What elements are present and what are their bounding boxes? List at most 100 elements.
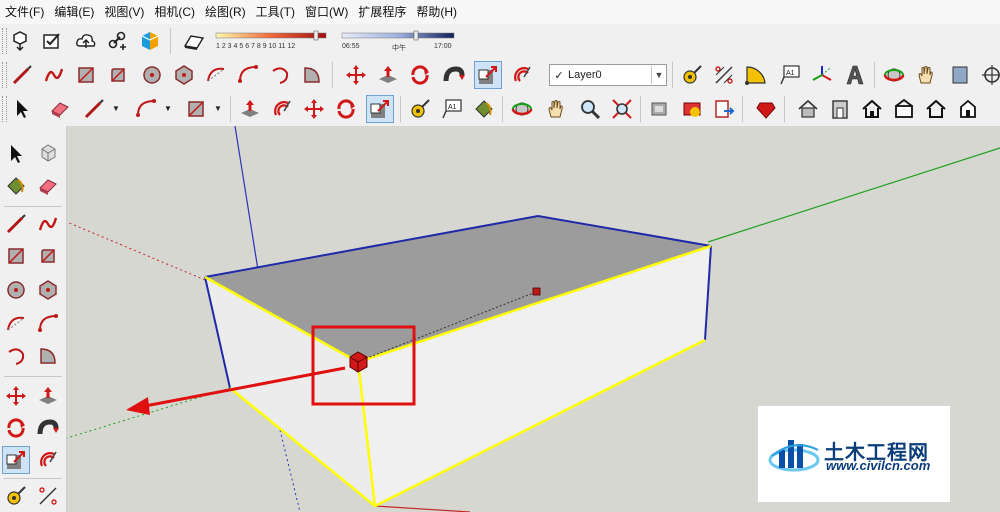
menu-file[interactable]: 文件(F) — [0, 0, 49, 24]
polygon-icon[interactable] — [34, 276, 62, 304]
chevron-down-icon[interactable]: ▼ — [164, 104, 172, 113]
three-point-arc-icon[interactable] — [266, 61, 294, 89]
rectangle-icon[interactable] — [182, 95, 210, 123]
push-pull-icon[interactable] — [374, 61, 402, 89]
menu-window[interactable]: 窗口(W) — [300, 0, 353, 24]
two-point-arc-icon[interactable] — [234, 61, 262, 89]
rotate-icon[interactable] — [2, 414, 30, 442]
toolbar-grip[interactable] — [2, 96, 7, 122]
protractor-icon[interactable] — [742, 61, 770, 89]
menu-help[interactable]: 帮助(H) — [411, 0, 462, 24]
chevron-down-icon[interactable]: ▼ — [112, 104, 120, 113]
pie-icon[interactable] — [34, 342, 62, 370]
offset-icon[interactable] — [268, 95, 296, 123]
shadow-date-slider[interactable]: 1 2 3 4 5 6 7 8 9 10 11 12 — [214, 28, 332, 56]
offset-icon[interactable] — [508, 61, 536, 89]
paint-bucket-icon[interactable] — [470, 95, 498, 123]
move-icon[interactable] — [342, 61, 370, 89]
front-view-icon[interactable] — [826, 95, 854, 123]
3d-text-icon[interactable] — [840, 61, 868, 89]
scale-grip-handle[interactable] — [532, 287, 541, 296]
rotate-icon[interactable] — [332, 95, 360, 123]
zoom-icon[interactable] — [576, 95, 604, 123]
rotated-rectangle-icon[interactable] — [34, 242, 62, 270]
menu-camera[interactable]: 相机(C) — [149, 0, 200, 24]
menu-view[interactable]: 视图(V) — [99, 0, 149, 24]
orbit-icon[interactable] — [508, 95, 536, 123]
axes-icon[interactable] — [808, 61, 836, 89]
menu-edit[interactable]: 编辑(E) — [49, 0, 99, 24]
chevron-down-icon[interactable]: ▼ — [651, 66, 666, 84]
right-view-icon[interactable] — [922, 95, 950, 123]
rotated-rectangle-icon[interactable] — [104, 61, 132, 89]
ruby-console-icon[interactable] — [752, 95, 780, 123]
menu-draw[interactable]: 绘图(R) — [200, 0, 251, 24]
move-icon[interactable] — [2, 382, 30, 410]
menu-extensions[interactable]: 扩展程序 — [353, 0, 411, 24]
component-icon[interactable] — [6, 27, 34, 55]
polygon-icon[interactable] — [170, 61, 198, 89]
scale-icon[interactable] — [2, 446, 30, 474]
select-arrow-icon[interactable] — [2, 140, 30, 168]
line-pencil-icon[interactable] — [2, 210, 30, 238]
check-box-icon[interactable] — [38, 27, 66, 55]
zoom-extents-icon[interactable] — [978, 61, 1000, 89]
home-view-icon[interactable] — [858, 95, 886, 123]
dimension-icon[interactable] — [34, 482, 62, 510]
eraser-icon[interactable] — [34, 172, 62, 200]
orbit-icon[interactable] — [880, 61, 908, 89]
pan-hand-icon[interactable] — [912, 61, 940, 89]
tape-measure-icon[interactable] — [2, 482, 30, 510]
warehouse-cube-icon[interactable] — [136, 27, 164, 55]
arc-icon[interactable] — [132, 95, 160, 123]
rectangle-icon[interactable] — [72, 61, 100, 89]
extension-warehouse-icon[interactable] — [678, 95, 706, 123]
offset-icon[interactable] — [34, 446, 62, 474]
layer-dropdown[interactable]: ✓ Layer0 ▼ — [549, 64, 667, 86]
left-view-icon[interactable] — [954, 95, 982, 123]
iso-view-icon[interactable] — [794, 95, 822, 123]
zoom-extents-icon[interactable] — [608, 95, 636, 123]
push-pull-icon[interactable] — [34, 382, 62, 410]
pie-icon[interactable] — [298, 61, 326, 89]
move-icon[interactable] — [300, 95, 328, 123]
back-view-icon[interactable] — [890, 95, 918, 123]
chevron-down-icon[interactable]: ▼ — [214, 104, 222, 113]
three-point-arc-icon[interactable] — [2, 342, 30, 370]
rectangle-icon[interactable] — [2, 242, 30, 270]
toolbar-grip[interactable] — [2, 62, 7, 88]
shadows-toggle-icon[interactable] — [180, 27, 208, 55]
scale-icon[interactable] — [366, 95, 394, 123]
follow-me-icon[interactable] — [34, 414, 62, 442]
make-component-icon[interactable] — [34, 140, 62, 168]
select-arrow-icon[interactable] — [8, 95, 36, 123]
circle-icon[interactable] — [138, 61, 166, 89]
rotate-icon[interactable] — [406, 61, 434, 89]
dimension-icon[interactable] — [710, 61, 738, 89]
follow-me-icon[interactable] — [440, 61, 468, 89]
menu-tools[interactable]: 工具(T) — [251, 0, 300, 24]
share-model-icon[interactable] — [710, 95, 738, 123]
scale-icon[interactable] — [474, 61, 502, 89]
text-tool-icon[interactable]: A1 — [776, 61, 804, 89]
two-point-arc-icon[interactable] — [34, 310, 62, 338]
text-tool-icon[interactable]: A1 — [438, 95, 466, 123]
shadow-time-slider[interactable]: 06:55 中午 17:00 — [340, 28, 458, 56]
push-pull-icon[interactable] — [236, 95, 264, 123]
cloud-upload-icon[interactable] — [72, 27, 100, 55]
tape-measure-icon[interactable] — [406, 95, 434, 123]
tape-measure-icon[interactable] — [678, 61, 706, 89]
materials-icon[interactable] — [946, 61, 974, 89]
line-pencil-icon[interactable] — [8, 61, 36, 89]
paint-bucket-icon[interactable] — [2, 172, 30, 200]
pan-hand-icon[interactable] — [542, 95, 570, 123]
freehand-icon[interactable] — [40, 61, 68, 89]
link-add-icon[interactable] — [104, 27, 132, 55]
eraser-icon[interactable] — [46, 95, 74, 123]
freehand-icon[interactable] — [34, 210, 62, 238]
arc-icon[interactable] — [2, 310, 30, 338]
warehouse-icon[interactable] — [646, 95, 674, 123]
pencil-icon[interactable] — [80, 95, 108, 123]
arc-icon[interactable] — [202, 61, 230, 89]
circle-icon[interactable] — [2, 276, 30, 304]
